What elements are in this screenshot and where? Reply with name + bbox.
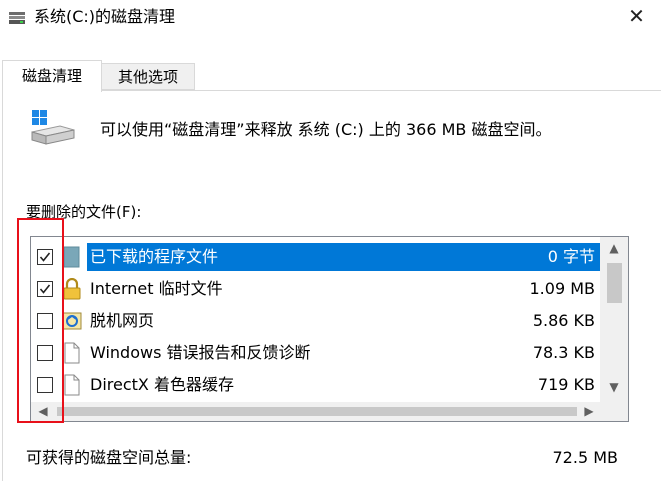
tab-disk-cleanup[interactable]: 磁盘清理 — [2, 60, 102, 92]
checkbox-highlight-box — [17, 218, 64, 423]
drive-icon — [30, 108, 76, 148]
list-item[interactable]: 脱机网页 5.86 KB — [31, 305, 601, 337]
cleanup-description: 可以使用“磁盘清理”来释放 系统 (C:) 上的 366 MB 磁盘空间。 — [100, 120, 552, 139]
window-title: 系统(C:)的磁盘清理 — [34, 7, 176, 26]
close-button[interactable]: ✕ — [612, 0, 661, 32]
files-list[interactable]: 已下载的程序文件 0 字节 Internet 临时文件 1.09 MB 脱机网页… — [30, 236, 629, 422]
scroll-down-icon[interactable]: ▼ — [600, 376, 628, 398]
item-label: 脱机网页 — [90, 311, 155, 330]
scroll-right-icon[interactable]: ▶ — [579, 402, 599, 421]
item-label: Windows 错误报告和反馈诊断 — [90, 343, 311, 362]
disk-cleanup-icon — [8, 9, 26, 25]
title-bar: 系统(C:)的磁盘清理 ✕ — [0, 0, 661, 36]
item-size: 5.86 KB — [532, 311, 595, 330]
list-item[interactable]: Internet 临时文件 1.09 MB — [31, 273, 601, 305]
list-item[interactable]: Windows 错误报告和反馈诊断 78.3 KB — [31, 337, 601, 369]
scroll-up-icon[interactable]: ▲ — [600, 237, 628, 259]
item-size: 0 字节 — [547, 247, 595, 266]
tab-more-options[interactable]: 其他选项 — [101, 63, 195, 90]
list-item[interactable]: DirectX 着色器缓存 719 KB — [31, 369, 601, 401]
scrollbar-thumb[interactable] — [607, 263, 622, 303]
folder-icon — [62, 246, 82, 268]
scrollbar-corner — [600, 402, 628, 421]
list-item[interactable]: 已下载的程序文件 0 字节 — [31, 241, 601, 273]
total-space-value: 72.5 MB — [552, 448, 619, 467]
document-icon — [62, 342, 82, 364]
item-size: 78.3 KB — [532, 343, 595, 362]
close-icon: ✕ — [628, 4, 645, 28]
horizontal-scrollbar[interactable]: ◀ ▶ — [31, 402, 628, 421]
total-space-label: 可获得的磁盘空间总量: — [26, 448, 192, 467]
scrollbar-thumb[interactable] — [57, 407, 577, 416]
document-icon — [62, 374, 82, 396]
vertical-scrollbar[interactable]: ▲ ▼ — [600, 237, 628, 402]
item-label: Internet 临时文件 — [90, 279, 223, 298]
item-size: 1.09 MB — [529, 279, 596, 298]
item-size: 719 KB — [537, 375, 595, 394]
item-label: 已下载的程序文件 — [90, 247, 219, 266]
offline-webpage-icon — [62, 310, 82, 332]
item-label: DirectX 着色器缓存 — [90, 375, 234, 394]
lock-icon — [62, 277, 82, 300]
